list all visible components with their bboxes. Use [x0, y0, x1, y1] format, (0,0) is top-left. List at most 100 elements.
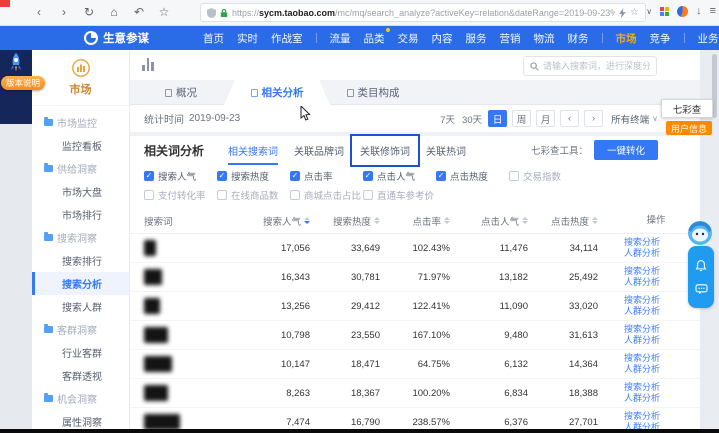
metric-checkbox-交易指数[interactable]: 交易指数 — [509, 169, 582, 183]
sidebar-item-搜索洞察[interactable]: 搜索洞察 — [32, 226, 129, 249]
range-button-月[interactable]: 月 — [536, 110, 555, 127]
word-tab-相关搜索词[interactable]: 相关搜索词 — [220, 136, 286, 165]
column-header-点击人气[interactable]: 点击人气 — [450, 214, 528, 228]
chat-icon[interactable] — [695, 284, 708, 295]
nav-item-营销[interactable]: 营销 — [500, 31, 521, 46]
sidebar-item-客群洞察[interactable]: 客群洞察 — [32, 318, 129, 341]
metric-checkbox-点击热度[interactable]: ✓点击热度 — [436, 169, 509, 183]
nav-item-实时[interactable]: 实时 — [237, 31, 258, 46]
nav-item-内容[interactable]: 内容 — [432, 31, 453, 46]
sidebar-item-供给洞察[interactable]: 供给洞察 — [32, 157, 129, 180]
range-button-›[interactable]: › — [584, 110, 603, 127]
bookmark-star-icon[interactable]: ☆ — [157, 4, 171, 20]
user-info-button[interactable]: 用户信息 — [666, 121, 712, 135]
sidebar-item-搜索人群[interactable]: 搜索人群 — [32, 295, 129, 318]
action-link-搜索分析[interactable]: 搜索分析 — [624, 295, 688, 307]
extensions-grid-icon[interactable] — [660, 7, 669, 16]
range-button-‹[interactable]: ‹ — [560, 110, 579, 127]
table-row[interactable]: 8,26318,367100.20%6,83418,388搜索分析人群分析 — [130, 379, 700, 408]
action-link-人群分析[interactable]: 人群分析 — [624, 335, 688, 347]
metric-checkbox-点击人气[interactable]: ✓点击人气 — [363, 169, 436, 183]
nav-item-业务专区[interactable]: 业务专区 — [698, 31, 719, 46]
range-button-日[interactable]: 日 — [488, 110, 507, 127]
star-icon[interactable]: ☆ — [630, 7, 639, 18]
word-tab-关联热词[interactable]: 关联热词 — [418, 136, 474, 165]
action-link-搜索分析[interactable]: 搜索分析 — [624, 266, 688, 278]
table-row[interactable]: 16,34330,78171.97%13,18225,492搜索分析人群分析 — [130, 263, 700, 292]
chevron-down-icon[interactable]: ∨ — [646, 7, 652, 16]
range-button-7天[interactable]: 7天 — [439, 110, 456, 128]
download-icon[interactable]: ↓ — [696, 5, 702, 17]
table-row[interactable]: 10,14718,47164.75%6,13214,364搜索分析人群分析 — [130, 350, 700, 379]
action-link-人群分析[interactable]: 人群分析 — [624, 306, 688, 318]
action-link-搜索分析[interactable]: 搜索分析 — [624, 411, 688, 423]
sort-carets-icon[interactable] — [592, 217, 598, 224]
search-input[interactable] — [543, 61, 650, 71]
address-bar[interactable]: https://sycm.taobao.com/mc/mq/search_ana… — [200, 3, 646, 22]
refresh-icon[interactable]: ↻ — [82, 4, 96, 20]
column-header-搜索热度[interactable]: 搜索热度 — [310, 214, 380, 228]
sidebar-item-客群透视[interactable]: 客群透视 — [32, 364, 129, 387]
action-link-人群分析[interactable]: 人群分析 — [624, 364, 688, 376]
forward-icon[interactable]: › — [57, 4, 71, 20]
rocket-icon[interactable] — [7, 52, 25, 76]
sidebar-item-市场大盘[interactable]: 市场大盘 — [32, 180, 129, 203]
action-link-搜索分析[interactable]: 搜索分析 — [624, 324, 688, 336]
action-link-搜索分析[interactable]: 搜索分析 — [624, 353, 688, 365]
version-notes-pill[interactable]: 版本说明 — [1, 76, 45, 90]
sidebar-item-搜索排行[interactable]: 搜索排行 — [32, 249, 129, 272]
nav-item-品类[interactable]: 品类 — [364, 31, 385, 46]
action-link-搜索分析[interactable]: 搜索分析 — [624, 382, 688, 394]
metric-checkbox-支付转化率[interactable]: 支付转化率 — [144, 188, 217, 202]
action-link-人群分析[interactable]: 人群分析 — [624, 277, 688, 289]
terminal-dropdown[interactable]: 所有终端 ∨ — [611, 112, 658, 126]
one-click-convert-button[interactable]: 一键转化 — [594, 140, 658, 160]
history-icon[interactable]: ↶ — [132, 4, 146, 20]
bell-icon[interactable] — [695, 259, 707, 272]
word-tab-关联品牌词[interactable]: 关联品牌词 — [286, 136, 352, 165]
tab-概况[interactable]: 概况 — [138, 80, 224, 105]
menu-icon[interactable]: ≡ — [710, 5, 716, 17]
metric-checkbox-点击率[interactable]: ✓点击率 — [290, 169, 363, 183]
metric-checkbox-直通车参考价[interactable]: 直通车参考价 — [363, 188, 436, 202]
range-button-30天[interactable]: 30天 — [461, 110, 483, 128]
metric-checkbox-商城点击占比[interactable]: 商城点击占比 — [290, 188, 363, 202]
range-button-周[interactable]: 周 — [512, 110, 531, 127]
sidebar-item-搜索分析[interactable]: 搜索分析 — [32, 272, 129, 295]
nav-item-财务[interactable]: 财务 — [568, 31, 589, 46]
metric-checkbox-搜索热度[interactable]: ✓搜索热度 — [217, 169, 290, 183]
nav-item-服务[interactable]: 服务 — [466, 31, 487, 46]
table-row[interactable]: 17,05633,649102.43%11,47634,114搜索分析人群分析 — [130, 234, 700, 263]
sidebar-item-市场监控[interactable]: 市场监控 — [32, 111, 129, 134]
mascot-icon[interactable] — [686, 219, 714, 247]
sidebar-item-监控看板[interactable]: 监控看板 — [32, 134, 129, 157]
nav-item-流量[interactable]: 流量 — [330, 31, 351, 46]
qicai-plugin-button[interactable]: 七彩查 — [661, 99, 713, 118]
sidebar-item-市场排行[interactable]: 市场排行 — [32, 203, 129, 226]
action-link-人群分析[interactable]: 人群分析 — [624, 248, 688, 260]
tab-类目构成[interactable]: 类目构成 — [330, 80, 416, 105]
word-tab-关联修饰词[interactable]: 关联修饰词 — [352, 136, 418, 165]
nav-item-物流[interactable]: 物流 — [534, 31, 555, 46]
home-icon[interactable]: ⌂ — [107, 4, 121, 20]
nav-item-首页[interactable]: 首页 — [203, 31, 224, 46]
column-header-搜索人气[interactable]: 搜索人气 — [248, 214, 310, 228]
action-link-人群分析[interactable]: 人群分析 — [624, 393, 688, 405]
action-link-搜索分析[interactable]: 搜索分析 — [624, 237, 688, 249]
metric-checkbox-搜索人气[interactable]: ✓搜索人气 — [144, 169, 217, 183]
stat-date[interactable]: 2019-09-23 — [189, 113, 240, 124]
column-header-点击率[interactable]: 点击率 — [380, 214, 450, 228]
browser-logo-icon[interactable] — [677, 6, 688, 17]
nav-item-竞争[interactable]: 竞争 — [650, 31, 671, 46]
keyword-search-box[interactable] — [523, 56, 657, 76]
column-header-点击热度[interactable]: 点击热度 — [528, 214, 598, 228]
table-row[interactable]: 13,25629,412122.41%11,09033,020搜索分析人群分析 — [130, 292, 700, 321]
brand[interactable]: 生意参谋 — [84, 30, 149, 46]
sidebar-item-机会洞察[interactable]: 机会洞察 — [32, 387, 129, 410]
nav-item-作战室[interactable]: 作战室 — [271, 31, 303, 46]
nav-item-市场[interactable]: 市场 — [616, 31, 637, 46]
tab-相关分析[interactable]: 相关分析 — [224, 80, 330, 105]
back-icon[interactable]: ‹ — [32, 4, 46, 20]
lightning-icon[interactable] — [619, 8, 626, 18]
nav-item-交易[interactable]: 交易 — [398, 31, 419, 46]
